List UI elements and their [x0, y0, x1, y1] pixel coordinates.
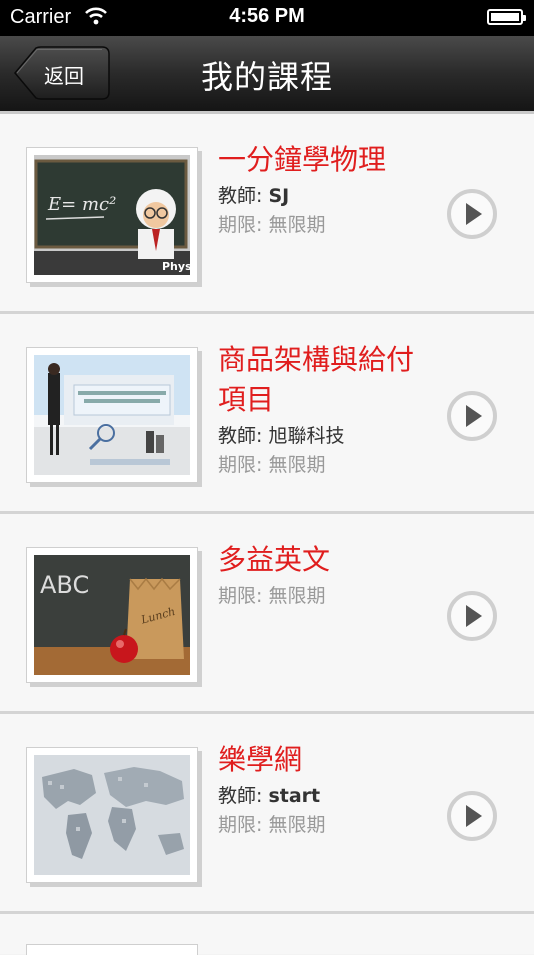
- play-icon[interactable]: [446, 188, 498, 240]
- course-row[interactable]: 樂學網 教師: start 期限: 無限期: [0, 714, 534, 914]
- course-thumbnail: [26, 347, 198, 483]
- teacher-name: SJ: [268, 185, 290, 207]
- svg-text:ABC: ABC: [40, 571, 89, 599]
- world-map-thumbnail-image: [34, 755, 190, 875]
- period-line: 期限: 無限期: [218, 451, 438, 480]
- svg-text:E= mc²: E= mc²: [47, 194, 116, 215]
- course-thumbnail: E= mc² Phys: [26, 147, 198, 283]
- period-label: 期限:: [218, 454, 263, 476]
- course-row[interactable]: ABC Lunch 多益英文 期限: 無限期: [0, 514, 534, 714]
- play-icon[interactable]: [446, 390, 498, 442]
- status-time: 4:56 PM: [229, 5, 305, 27]
- period-value: 無限期: [268, 814, 326, 836]
- course-thumbnail: [26, 747, 198, 883]
- period-line: 期限: 無限期: [218, 211, 438, 240]
- course-title[interactable]: 商品架構與給付項目: [218, 340, 438, 420]
- teacher-label: 教師:: [218, 425, 263, 447]
- play-icon[interactable]: [446, 790, 498, 842]
- abc-chalkboard-thumbnail-image: ABC Lunch: [34, 555, 190, 675]
- play-icon[interactable]: [446, 590, 498, 642]
- course-list: E= mc² Phys 一分鐘學物理 教師: SJ 期限: 無限期 商品架構與給…: [0, 114, 534, 955]
- course-row[interactable]: 商品架構與給付項目 教師: 旭聯科技 期限: 無限期: [0, 314, 534, 514]
- teacher-line: 教師: start: [218, 782, 438, 811]
- course-row-partial: [0, 914, 534, 955]
- navigation-bar: 返回 我的課程: [0, 36, 534, 114]
- period-line: 期限: 無限期: [218, 811, 438, 840]
- course-title[interactable]: 樂學網: [218, 740, 438, 780]
- teacher-label: 教師:: [218, 185, 263, 207]
- period-value: 無限期: [268, 585, 326, 607]
- course-thumbnail: ABC Lunch: [26, 547, 198, 683]
- course-title[interactable]: 一分鐘學物理: [218, 140, 438, 180]
- period-value: 無限期: [268, 454, 326, 476]
- teacher-line: 教師: 旭聯科技: [218, 422, 438, 451]
- teacher-label: 教師:: [218, 785, 263, 807]
- course-title[interactable]: 多益英文: [218, 540, 438, 580]
- presenter-thumbnail-image: [34, 355, 190, 475]
- period-label: 期限:: [218, 214, 263, 236]
- svg-text:Phys: Phys: [162, 260, 190, 273]
- page-title: 我的課程: [200, 58, 333, 96]
- period-value: 無限期: [268, 214, 326, 236]
- battery-icon: [487, 9, 526, 25]
- physics-thumbnail-image: E= mc² Phys: [34, 155, 190, 275]
- teacher-line: 教師: SJ: [218, 182, 438, 211]
- status-bar: Carrier 4:56 PM: [0, 0, 534, 36]
- course-row[interactable]: E= mc² Phys 一分鐘學物理 教師: SJ 期限: 無限期: [0, 114, 534, 314]
- teacher-name: 旭聯科技: [268, 425, 345, 447]
- period-line: 期限: 無限期: [218, 582, 438, 611]
- period-label: 期限:: [218, 585, 263, 607]
- teacher-name: start: [268, 785, 321, 807]
- period-label: 期限:: [218, 814, 263, 836]
